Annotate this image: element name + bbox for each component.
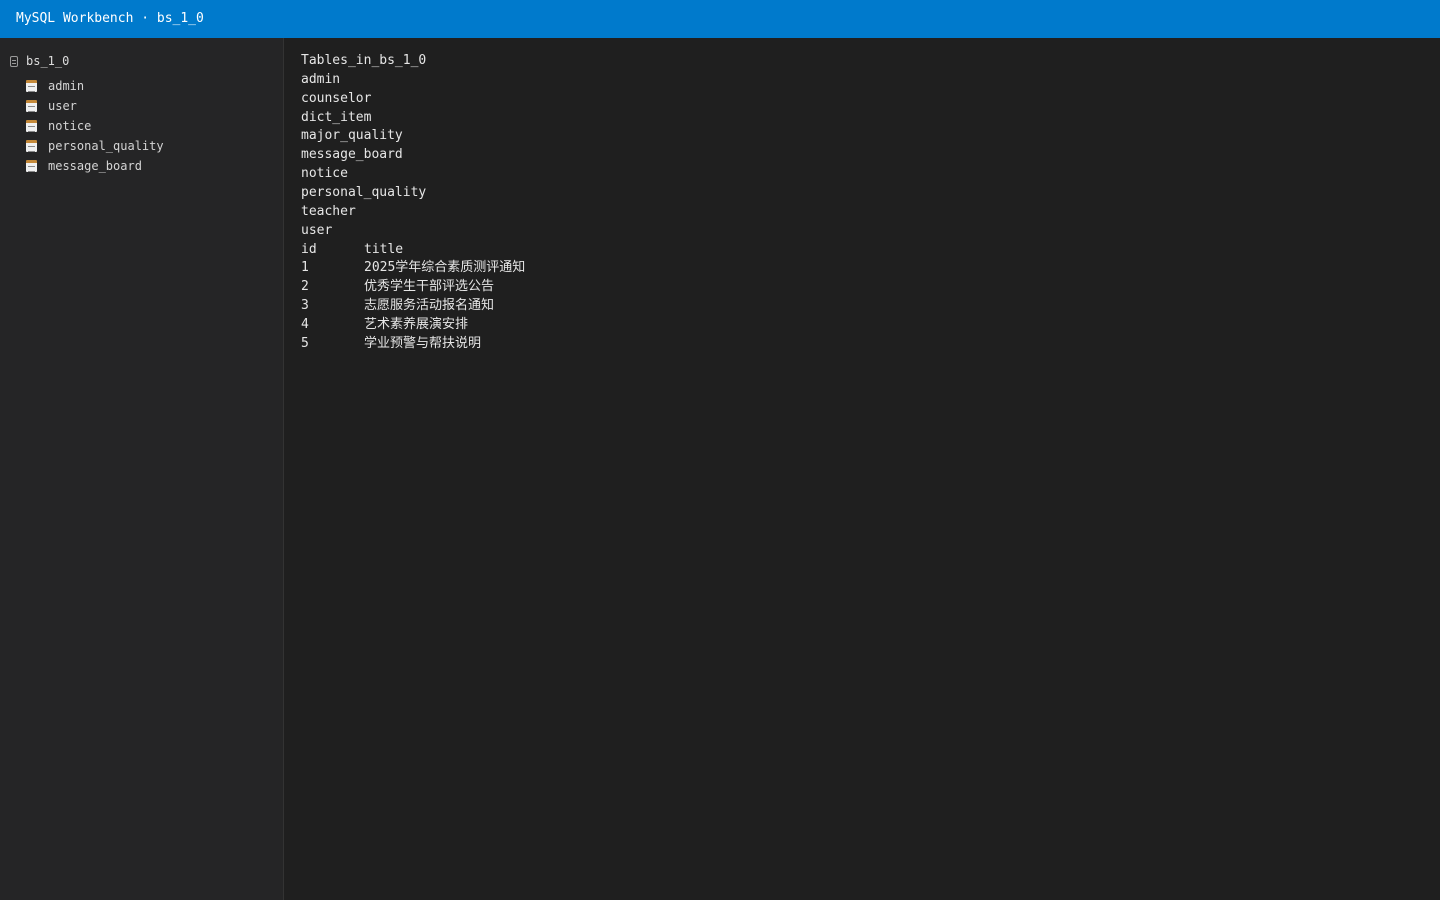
column-header-title: title xyxy=(364,241,404,257)
tables-row: notice xyxy=(301,166,348,182)
schema-sidebar: bs_1_0 admin user notice personal_qualit… xyxy=(0,38,284,900)
table-row: 5 学业预警与帮扶说明 xyxy=(301,335,525,354)
table-row: 2 优秀学生干部评选公告 xyxy=(301,278,525,297)
tables-row: teacher xyxy=(301,203,356,219)
tables-row: major_quality xyxy=(301,128,403,144)
table-item-label: message_board xyxy=(48,159,142,173)
cell-title: 2025学年综合素质测评通知 xyxy=(364,260,526,276)
table-item-notice[interactable]: notice xyxy=(26,116,164,136)
column-header-id: id xyxy=(301,241,317,257)
tables-row: user xyxy=(301,222,333,238)
tables-row: personal_quality xyxy=(301,185,427,201)
schema-node-bs_1_0[interactable]: bs_1_0 xyxy=(10,53,69,69)
table-item-message_board[interactable]: message_board xyxy=(26,156,164,176)
table-item-user[interactable]: user xyxy=(26,96,164,116)
cell-id: 4 xyxy=(301,317,309,333)
window-title: MySQL Workbench · bs_1_0 xyxy=(0,0,1440,38)
table-item-label: notice xyxy=(48,119,92,133)
query-output: Tables_in_bs_1_0 admin counselor dict_it… xyxy=(301,52,525,354)
table-item-admin[interactable]: admin xyxy=(26,76,164,96)
table-row: 4 艺术素养展演安排 xyxy=(301,316,525,335)
cell-title: 学业预警与帮扶说明 xyxy=(364,335,482,351)
cell-id: 3 xyxy=(301,298,309,314)
cell-id: 1 xyxy=(301,260,309,276)
tables-row: counselor xyxy=(301,90,372,106)
tables-row: message_board xyxy=(301,147,403,163)
table-item-label: user xyxy=(48,99,77,113)
tables-row: admin xyxy=(301,71,341,87)
table-item-label: admin xyxy=(48,79,85,93)
database-icon xyxy=(10,55,18,67)
tables-header: Tables_in_bs_1_0 xyxy=(301,53,427,68)
schema-name: bs_1_0 xyxy=(26,54,70,68)
clipboard-icon xyxy=(26,140,37,152)
tables-row: dict_item xyxy=(301,109,372,125)
cell-title: 志愿服务活动报名通知 xyxy=(364,298,495,314)
result-header-row: id title xyxy=(301,241,525,260)
clipboard-icon xyxy=(26,160,37,172)
clipboard-icon xyxy=(26,80,37,92)
cell-title: 优秀学生干部评选公告 xyxy=(364,279,495,295)
cell-title: 艺术素养展演安排 xyxy=(364,317,469,333)
table-row: 1 2025学年综合素质测评通知 xyxy=(301,259,525,278)
cell-id: 2 xyxy=(301,279,309,295)
cell-id: 5 xyxy=(301,335,309,351)
clipboard-icon xyxy=(26,100,37,112)
table-list: admin user notice personal_quality messa… xyxy=(26,76,164,176)
table-item-personal_quality[interactable]: personal_quality xyxy=(26,136,164,156)
table-row: 3 志愿服务活动报名通知 xyxy=(301,297,525,316)
clipboard-icon xyxy=(26,120,37,132)
table-item-label: personal_quality xyxy=(48,139,164,153)
